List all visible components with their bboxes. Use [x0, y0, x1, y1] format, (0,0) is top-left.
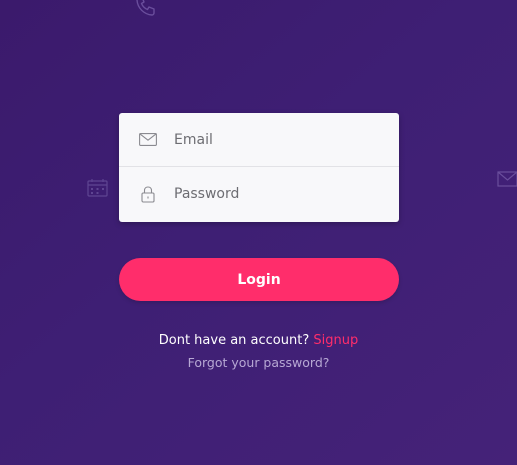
- email-input[interactable]: [174, 131, 374, 148]
- login-form: [119, 113, 399, 222]
- login-button[interactable]: Login: [119, 258, 399, 301]
- signup-prompt-text: Dont have an account?: [158, 333, 310, 348]
- password-input[interactable]: [174, 186, 374, 202]
- email-field-row: [119, 113, 399, 167]
- lock-icon: [138, 184, 158, 204]
- signup-prompt-line: Dont have an account? Signup: [0, 333, 517, 348]
- phone-icon: [134, 0, 158, 18]
- signup-link[interactable]: Signup: [313, 333, 358, 348]
- password-field-row: [119, 167, 399, 221]
- forgot-password-link[interactable]: Forgot your password?: [0, 355, 517, 370]
- calendar-icon: [87, 178, 108, 197]
- envelope-icon: [138, 130, 158, 150]
- envelope-icon: [497, 171, 517, 187]
